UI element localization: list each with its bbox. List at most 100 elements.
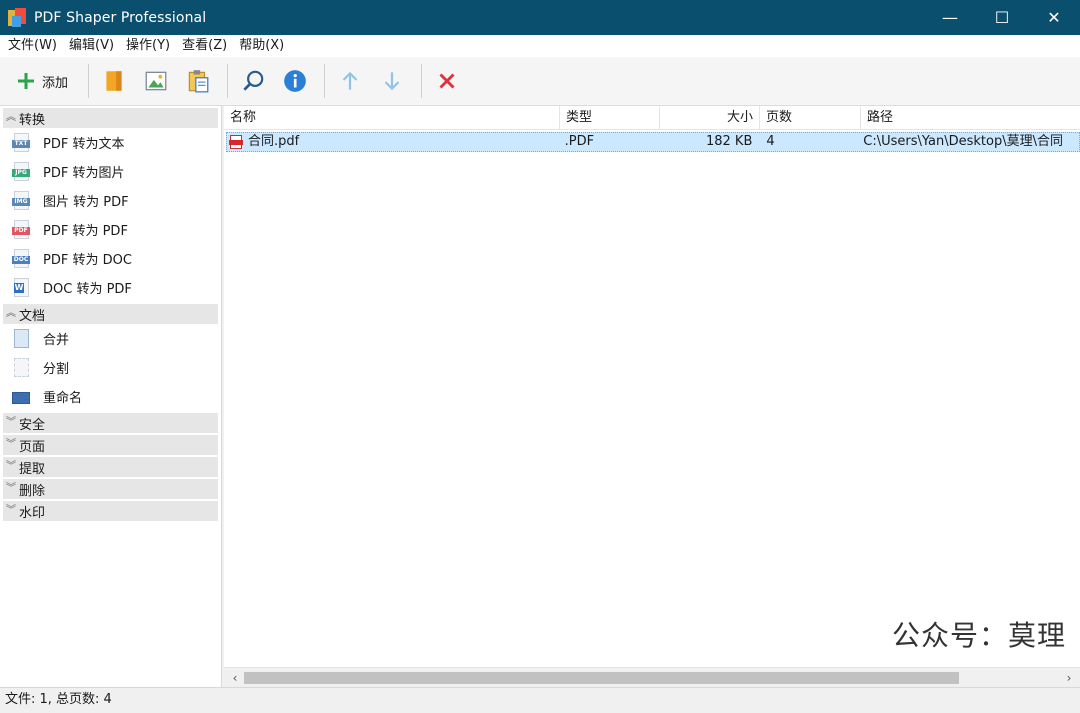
menu-action[interactable]: 操作(Y)	[120, 35, 176, 57]
group-header-watermark[interactable]: ︾ 水印	[3, 501, 218, 521]
title-bar: PDF Shaper Professional — ☐ ✕	[0, 0, 1080, 35]
rename-icon	[12, 386, 32, 408]
file-pages: 4	[766, 134, 775, 149]
toolbar-separator	[227, 64, 229, 98]
file-name: 合同.pdf	[247, 134, 300, 149]
scrollbar-thumb[interactable]	[244, 672, 959, 684]
plus-icon	[18, 73, 34, 89]
file-tag: DOC	[12, 255, 30, 264]
file-tag: PDF	[12, 226, 30, 235]
toolbar: 添加	[0, 57, 1080, 106]
pdf-file-icon: PDF	[12, 219, 32, 241]
column-header-name[interactable]: 名称	[224, 106, 560, 130]
group-header-pages[interactable]: ︾ 页面	[3, 435, 218, 455]
menu-file[interactable]: 文件(W)	[2, 35, 63, 57]
maximize-button[interactable]: ☐	[976, 0, 1028, 35]
scroll-right-icon[interactable]: ›	[1060, 668, 1078, 688]
group-label: 转换	[19, 112, 46, 128]
task-label: 分割	[43, 362, 70, 377]
group-header-document[interactable]: ︽ 文档	[3, 304, 218, 324]
menu-help[interactable]: 帮助(X)	[233, 35, 290, 57]
task-image-to-pdf[interactable]: IMG 图片 转为 PDF	[0, 186, 221, 215]
group-label: 水印	[19, 505, 46, 521]
task-label: 合并	[43, 333, 70, 348]
chevron-down-icon: ︾	[6, 417, 16, 428]
chevron-down-icon: ︾	[6, 461, 16, 472]
scroll-left-icon[interactable]: ‹	[226, 668, 244, 688]
column-header-path[interactable]: 路径	[861, 106, 1080, 130]
column-header-type[interactable]: 类型	[560, 106, 660, 130]
minimize-icon: —	[942, 8, 958, 27]
task-doc-to-pdf[interactable]: W DOC 转为 PDF	[0, 273, 221, 302]
word-file-icon: W	[12, 277, 32, 299]
file-type: .PDF	[564, 134, 595, 149]
column-header-size[interactable]: 大小	[660, 106, 760, 130]
file-size: 182 KB	[705, 134, 753, 149]
pdf-file-icon	[229, 135, 243, 149]
close-icon: ✕	[1047, 8, 1061, 27]
arrow-down-icon	[384, 72, 400, 91]
group-label: 文档	[19, 308, 46, 324]
task-panel: ︽ 转换 TXT PDF 转为文本 JPG PDF 转为图片 IMG 图片 转为…	[0, 106, 222, 687]
doc-file-icon: DOC	[12, 248, 32, 270]
chevron-down-icon: ︾	[6, 439, 16, 450]
task-pdf-to-image[interactable]: JPG PDF 转为图片	[0, 157, 221, 186]
info-button[interactable]	[276, 63, 314, 99]
file-tag: TXT	[12, 139, 30, 148]
column-header-pages[interactable]: 页数	[760, 106, 861, 130]
add-button[interactable]: 添加	[10, 63, 78, 99]
task-pdf-to-pdf[interactable]: PDF PDF 转为 PDF	[0, 215, 221, 244]
split-doc-icon	[12, 357, 32, 379]
task-split[interactable]: 分割	[0, 353, 221, 382]
remove-button[interactable]	[428, 63, 466, 99]
watermark-text: 公众号：莫理	[891, 619, 1066, 652]
search-icon	[243, 70, 264, 91]
task-rename[interactable]: 重命名	[0, 382, 221, 411]
add-button-label: 添加	[42, 75, 69, 91]
toolbar-separator	[324, 64, 326, 98]
minimize-button[interactable]: —	[924, 0, 976, 35]
paste-button[interactable]	[179, 63, 217, 99]
task-label: PDF 转为 PDF	[43, 224, 128, 239]
chevron-down-icon: ︾	[6, 483, 16, 494]
move-down-button[interactable]	[373, 63, 411, 99]
group-header-delete[interactable]: ︾ 删除	[3, 479, 218, 499]
menu-view[interactable]: 查看(Z)	[176, 35, 233, 57]
group-header-extract[interactable]: ︾ 提取	[3, 457, 218, 477]
file-tag: IMG	[12, 197, 30, 206]
search-button[interactable]	[234, 63, 272, 99]
task-label: PDF 转为图片	[43, 166, 125, 181]
file-path: C:\Users\Yan\Desktop\莫理\合同	[863, 134, 1063, 149]
group-label: 页面	[19, 439, 46, 455]
menu-edit[interactable]: 编辑(V)	[63, 35, 120, 57]
info-icon	[284, 70, 306, 92]
image-icon	[145, 71, 167, 91]
merge-doc-icon	[12, 328, 32, 350]
horizontal-scrollbar[interactable]: ‹ ›	[224, 667, 1080, 687]
menu-bar: 文件(W) 编辑(V) 操作(Y) 查看(Z) 帮助(X)	[0, 35, 1080, 57]
table-row[interactable]: 合同.pdf .PDF 182 KB 4 C:\Users\Yan\Deskto…	[226, 132, 1080, 152]
group-label: 安全	[19, 417, 46, 433]
status-text: 文件: 1, 总页数: 4	[5, 692, 112, 707]
toolbar-separator	[421, 64, 423, 98]
move-up-button[interactable]	[331, 63, 369, 99]
file-list: 名称 类型 大小 页数 路径 合同.pdf .PDF 182 KB 4 C:\U…	[224, 106, 1080, 667]
maximize-icon: ☐	[994, 8, 1010, 27]
task-pdf-to-text[interactable]: TXT PDF 转为文本	[0, 128, 221, 157]
chevron-up-icon: ︽	[6, 112, 16, 123]
task-label: PDF 转为 DOC	[43, 253, 132, 268]
group-header-convert[interactable]: ︽ 转换	[3, 108, 218, 128]
group-label: 删除	[19, 483, 46, 499]
open-folder-button[interactable]	[95, 63, 133, 99]
add-image-button[interactable]	[137, 63, 175, 99]
file-tag: W	[14, 282, 24, 293]
task-pdf-to-doc[interactable]: DOC PDF 转为 DOC	[0, 244, 221, 273]
close-window-button[interactable]: ✕	[1028, 0, 1080, 35]
book-icon	[106, 71, 122, 91]
task-merge[interactable]: 合并	[0, 324, 221, 353]
file-tag: JPG	[12, 168, 30, 177]
group-header-security[interactable]: ︾ 安全	[3, 413, 218, 433]
task-label: DOC 转为 PDF	[43, 282, 132, 297]
toolbar-separator	[88, 64, 90, 98]
txt-file-icon: TXT	[12, 132, 32, 154]
